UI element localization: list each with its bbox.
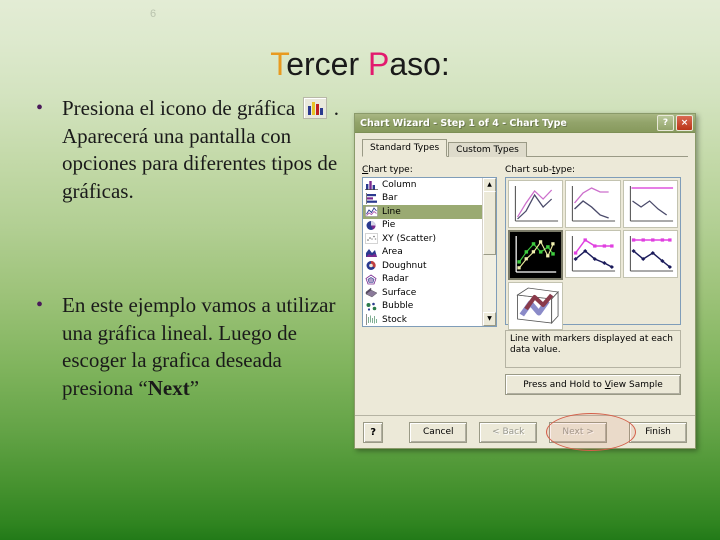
area-chart-icon [365, 247, 378, 258]
back-button: < Back [479, 421, 538, 443]
list-item-label: Radar [382, 274, 409, 285]
subtype-100-stacked-line[interactable] [622, 180, 678, 228]
list-item-label: Surface [382, 287, 417, 298]
bullet-2-part2: ” [189, 376, 200, 401]
list-item-label: Area [382, 247, 403, 258]
list-item-doughnut[interactable]: Doughnut [363, 259, 483, 273]
view-sample-label: Press and Hold to View Sample [523, 379, 663, 390]
tab-strip: Standard Types Custom Types [362, 139, 688, 157]
tab-custom-types[interactable]: Custom Types [448, 142, 527, 157]
slide-page-number: 6 [150, 8, 157, 20]
title-seg1: ercer [286, 46, 368, 82]
list-item-radar[interactable]: Radar [363, 273, 483, 287]
chart-type-list-items: Column Bar Line Pie XY (Scatter) Area Do… [363, 178, 483, 326]
list-item-area[interactable]: Area [363, 246, 483, 260]
list-item-bubble[interactable]: Bubble [363, 300, 483, 314]
title-cap-t: T [270, 46, 287, 82]
dialog-footer: ? Cancel < Back Next > Finish [355, 415, 695, 448]
slide-title: Tercer Paso: [0, 48, 720, 80]
chart-subtype-box [505, 177, 681, 330]
subtype-stacked-line-with-markers[interactable] [565, 230, 621, 278]
bullet-item-2: • En este ejemplo vamos a utilizar una g… [30, 292, 350, 403]
subtype-stacked-line[interactable] [565, 180, 621, 228]
scrollbar-thumb[interactable] [483, 191, 496, 255]
radar-chart-icon [365, 274, 378, 285]
list-item-label: Bubble [382, 301, 414, 312]
bullet-1-text: Presiona el icono de gráfica . Aparecerá… [62, 95, 350, 206]
title-seg2: aso: [389, 46, 450, 82]
subtype-line-with-markers[interactable] [508, 230, 564, 280]
scatter-chart-icon [365, 233, 378, 244]
subtype-100-stacked-line-with-markers[interactable] [622, 230, 678, 278]
list-item-label: Bar [382, 193, 398, 204]
list-item-label: Column [382, 179, 417, 190]
view-sample-button[interactable]: Press and Hold to View Sample [505, 374, 681, 395]
chart-subtype-description: Line with markers displayed at each data… [505, 330, 681, 368]
chart-wizard-dialog: Chart Wizard - Step 1 of 4 - Chart Type … [354, 113, 696, 449]
bar-chart-icon[interactable] [302, 97, 327, 119]
subtype-line[interactable] [508, 180, 564, 228]
bullet-marker: • [36, 97, 44, 119]
chart-type-column: Chart type: Column Bar Line Pie XY (Scat… [362, 165, 497, 327]
stock-chart-icon [365, 314, 378, 326]
tab-standard-types[interactable]: Standard Types [362, 139, 448, 157]
list-item-label: Line [382, 206, 401, 217]
cancel-button[interactable]: Cancel [409, 421, 468, 443]
help-icon[interactable]: ? [657, 115, 674, 131]
scroll-down-icon[interactable]: ▼ [483, 312, 496, 326]
pie-chart-icon [365, 220, 378, 231]
list-item-column[interactable]: Column [363, 178, 483, 192]
list-item-label: Doughnut [382, 260, 427, 271]
bullet-2-bold-next: Next [147, 376, 190, 401]
chart-subtype-label: Chart sub-type: [505, 165, 576, 175]
dialog-body: Standard Types Custom Types Chart type: … [355, 133, 695, 435]
finish-button[interactable]: Finish [629, 421, 687, 443]
dialog-title: Chart Wizard - Step 1 of 4 - Chart Type [360, 117, 567, 129]
chart-type-label: Chart type: [362, 165, 413, 175]
surface-chart-icon [365, 287, 378, 298]
list-item-label: Pie [382, 220, 396, 231]
bullet-2-text: En este ejemplo vamos a utilizar una grá… [62, 292, 350, 403]
close-icon[interactable]: × [676, 115, 693, 131]
list-item-xy-scatter[interactable]: XY (Scatter) [363, 232, 483, 246]
list-item-surface[interactable]: Surface [363, 286, 483, 300]
next-button[interactable]: Next > [549, 421, 608, 443]
bar-chart-icon [365, 192, 378, 204]
bubble-chart-icon [365, 301, 378, 312]
chart-type-label-rest: hart type: [368, 165, 413, 175]
list-item-label: Stock [382, 314, 407, 325]
subtype-3d-line[interactable] [508, 282, 564, 330]
bullet-marker: • [36, 294, 44, 316]
chart-subtype-grid [508, 180, 678, 330]
scroll-up-icon[interactable]: ▲ [483, 178, 496, 192]
column-chart-icon [365, 179, 378, 191]
bullet-item-1: • Presiona el icono de gráfica . Aparece… [30, 95, 350, 206]
list-item-line[interactable]: Line [363, 205, 483, 219]
chart-type-list[interactable]: Column Bar Line Pie XY (Scatter) Area Do… [362, 177, 497, 327]
list-item-bar[interactable]: Bar [363, 192, 483, 206]
chart-type-scrollbar[interactable]: ▲ ▼ [482, 178, 496, 326]
title-cap-p: P [367, 46, 390, 82]
dialog-titlebar[interactable]: Chart Wizard - Step 1 of 4 - Chart Type … [355, 114, 695, 133]
chart-subtype-column: Chart sub-type: Line with markers displa… [505, 165, 681, 395]
line-chart-icon [365, 206, 378, 217]
bullet-1-part1: Presiona el icono de gráfica [62, 96, 301, 120]
list-item-stock[interactable]: Stock [363, 313, 483, 326]
doughnut-chart-icon [365, 260, 378, 271]
list-item-label: XY (Scatter) [382, 233, 437, 244]
help-button-icon[interactable]: ? [363, 421, 384, 443]
list-item-pie[interactable]: Pie [363, 219, 483, 233]
